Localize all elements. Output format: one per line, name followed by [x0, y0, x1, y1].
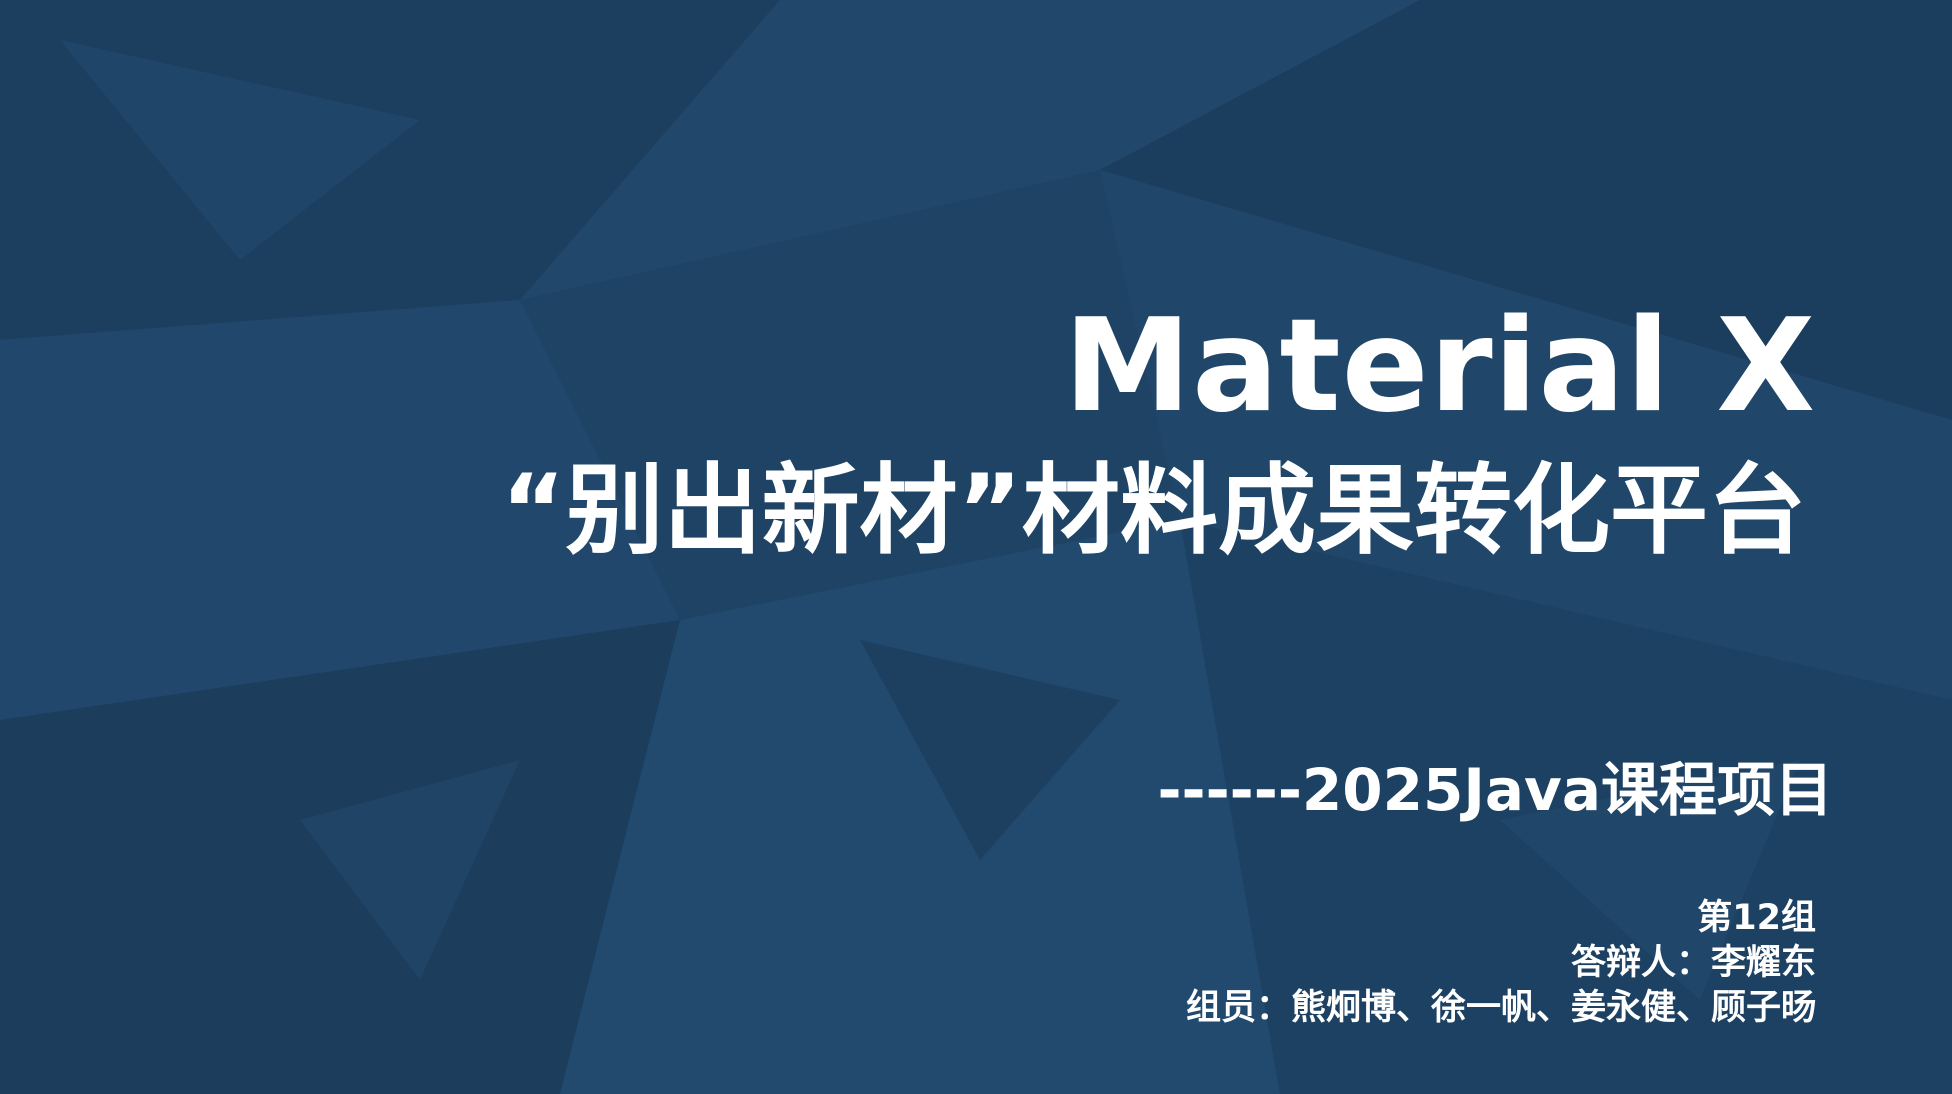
members: 组员：熊炯博、徐一帆、姜永健、顾子旸: [1185, 988, 1816, 1028]
slide-title-english: Material X: [1063, 292, 1816, 441]
presenter: 答辩人：李耀东: [1570, 943, 1816, 983]
group-number: 第12组: [1697, 898, 1816, 938]
team-info: 第12组 答辩人：李耀东 组员：熊炯博、徐一帆、姜永健、顾子旸: [1186, 896, 1816, 1031]
slide: Material X “别出新材”材料成果转化平台 ------2025Java…: [0, 0, 1952, 1094]
slide-subtitle: ------2025Java课程项目: [1157, 756, 1833, 824]
slide-title-chinese: “别出新材”材料成果转化平台: [501, 454, 1806, 568]
